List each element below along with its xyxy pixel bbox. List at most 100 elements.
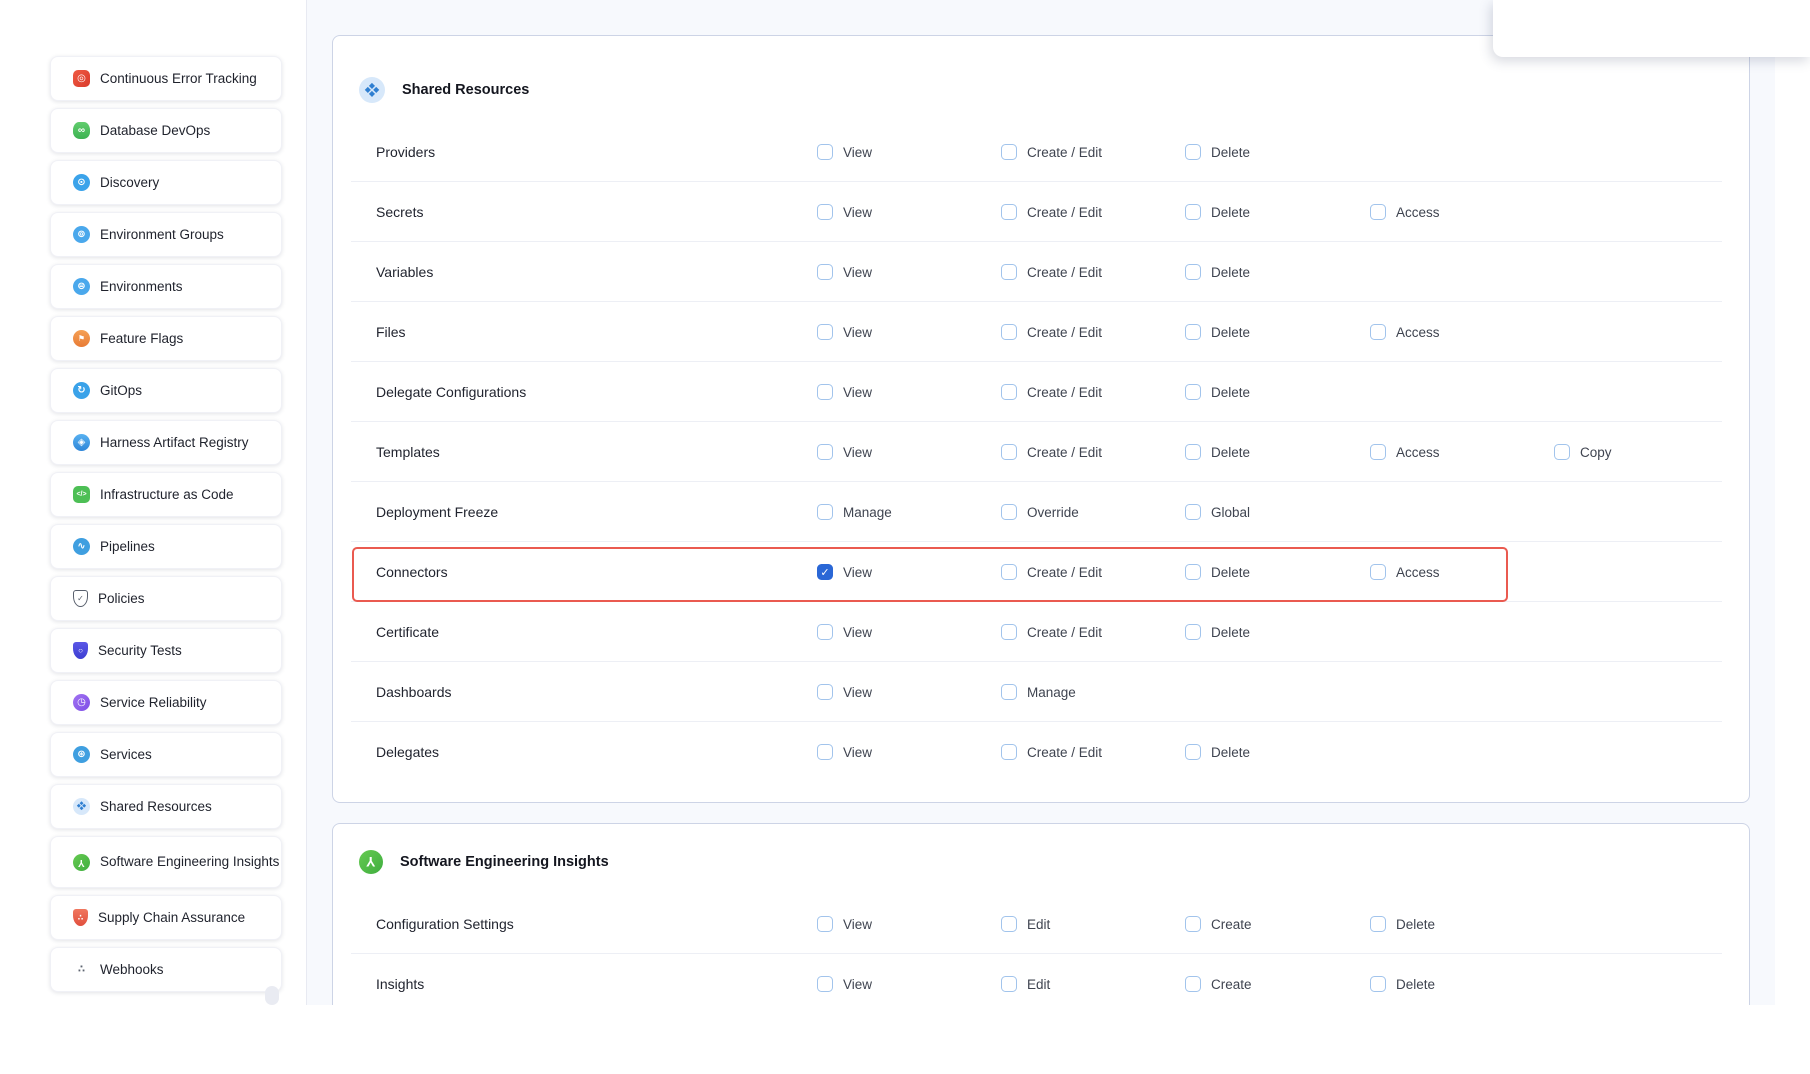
checkbox-unchecked[interactable] — [1001, 504, 1017, 520]
sidebar-item-gitops[interactable]: ↻GitOps — [50, 368, 282, 413]
checkbox-unchecked[interactable] — [1370, 324, 1386, 340]
perm-templates-access[interactable]: Access — [1370, 444, 1440, 460]
checkbox-unchecked[interactable] — [817, 264, 833, 280]
checkbox-unchecked[interactable] — [817, 624, 833, 640]
perm-variables-delete[interactable]: Delete — [1185, 264, 1250, 280]
perm-deployment-freeze-global[interactable]: Global — [1185, 504, 1250, 520]
perm-certificate-delete[interactable]: Delete — [1185, 624, 1250, 640]
checkbox-unchecked[interactable] — [817, 444, 833, 460]
sidebar-item-discovery[interactable]: ⊙Discovery — [50, 160, 282, 205]
sidebar-item-continuous-error-tracking[interactable]: ◎Continuous Error Tracking — [50, 56, 282, 101]
sidebar-item-software-engineering-insights[interactable]: YSoftware Engineering Insights — [50, 836, 282, 888]
perm-files-access[interactable]: Access — [1370, 324, 1440, 340]
perm-dashboards-manage[interactable]: Manage — [1001, 684, 1076, 700]
perm-dashboards-view[interactable]: View — [817, 684, 872, 700]
perm-secrets-delete[interactable]: Delete — [1185, 204, 1250, 220]
perm-secrets-create-edit[interactable]: Create / Edit — [1001, 204, 1102, 220]
checkbox-unchecked[interactable] — [1370, 976, 1386, 992]
checkbox-unchecked[interactable] — [1185, 144, 1201, 160]
checkbox-unchecked[interactable] — [1185, 916, 1201, 932]
perm-insights-view[interactable]: View — [817, 976, 872, 992]
perm-connectors-access[interactable]: Access — [1370, 564, 1440, 580]
checkbox-unchecked[interactable] — [817, 324, 833, 340]
perm-templates-delete[interactable]: Delete — [1185, 444, 1250, 460]
checkbox-unchecked[interactable] — [1001, 264, 1017, 280]
perm-variables-create-edit[interactable]: Create / Edit — [1001, 264, 1102, 280]
perm-variables-view[interactable]: View — [817, 264, 872, 280]
checkbox-unchecked[interactable] — [1001, 624, 1017, 640]
sidebar-item-policies[interactable]: ✓Policies — [50, 576, 282, 621]
sidebar-item-infrastructure-as-code[interactable]: </>Infrastructure as Code — [50, 472, 282, 517]
checkbox-checked[interactable]: ✓ — [817, 564, 833, 580]
perm-insights-delete[interactable]: Delete — [1370, 976, 1435, 992]
perm-delegates-delete[interactable]: Delete — [1185, 744, 1250, 760]
perm-connectors-view[interactable]: ✓View — [817, 564, 872, 580]
checkbox-unchecked[interactable] — [1001, 976, 1017, 992]
perm-configuration-settings-view[interactable]: View — [817, 916, 872, 932]
perm-secrets-access[interactable]: Access — [1370, 204, 1440, 220]
checkbox-unchecked[interactable] — [1185, 744, 1201, 760]
checkbox-unchecked[interactable] — [1001, 684, 1017, 700]
checkbox-unchecked[interactable] — [817, 916, 833, 932]
checkbox-unchecked[interactable] — [1185, 504, 1201, 520]
checkbox-unchecked[interactable] — [1370, 916, 1386, 932]
perm-providers-create-edit[interactable]: Create / Edit — [1001, 144, 1102, 160]
checkbox-unchecked[interactable] — [817, 684, 833, 700]
checkbox-unchecked[interactable] — [1001, 204, 1017, 220]
checkbox-unchecked[interactable] — [1185, 204, 1201, 220]
sidebar-item-feature-flags[interactable]: ⚑Feature Flags — [50, 316, 282, 361]
checkbox-unchecked[interactable] — [1370, 204, 1386, 220]
checkbox-unchecked[interactable] — [817, 744, 833, 760]
perm-files-create-edit[interactable]: Create / Edit — [1001, 324, 1102, 340]
checkbox-unchecked[interactable] — [817, 504, 833, 520]
checkbox-unchecked[interactable] — [817, 144, 833, 160]
perm-files-delete[interactable]: Delete — [1185, 324, 1250, 340]
sidebar-scrollbar[interactable] — [265, 986, 279, 1005]
perm-delegate-configurations-delete[interactable]: Delete — [1185, 384, 1250, 400]
checkbox-unchecked[interactable] — [1001, 144, 1017, 160]
checkbox-unchecked[interactable] — [1185, 564, 1201, 580]
sidebar-item-database-devops[interactable]: ∞Database DevOps — [50, 108, 282, 153]
perm-templates-view[interactable]: View — [817, 444, 872, 460]
perm-secrets-view[interactable]: View — [817, 204, 872, 220]
sidebar-item-service-reliability[interactable]: ◷Service Reliability — [50, 680, 282, 725]
checkbox-unchecked[interactable] — [1185, 264, 1201, 280]
perm-providers-view[interactable]: View — [817, 144, 872, 160]
sidebar-item-supply-chain-assurance[interactable]: ∴Supply Chain Assurance — [50, 895, 282, 940]
perm-delegates-create-edit[interactable]: Create / Edit — [1001, 744, 1102, 760]
checkbox-unchecked[interactable] — [1185, 444, 1201, 460]
perm-delegate-configurations-create-edit[interactable]: Create / Edit — [1001, 384, 1102, 400]
checkbox-unchecked[interactable] — [817, 976, 833, 992]
perm-deployment-freeze-manage[interactable]: Manage — [817, 504, 892, 520]
checkbox-unchecked[interactable] — [817, 384, 833, 400]
sidebar-item-security-tests[interactable]: ○Security Tests — [50, 628, 282, 673]
sidebar-item-harness-artifact-registry[interactable]: ◈Harness Artifact Registry — [50, 420, 282, 465]
perm-insights-create[interactable]: Create — [1185, 976, 1252, 992]
checkbox-unchecked[interactable] — [817, 204, 833, 220]
checkbox-unchecked[interactable] — [1554, 444, 1570, 460]
perm-delegate-configurations-view[interactable]: View — [817, 384, 872, 400]
perm-configuration-settings-delete[interactable]: Delete — [1370, 916, 1435, 932]
perm-configuration-settings-create[interactable]: Create — [1185, 916, 1252, 932]
perm-deployment-freeze-override[interactable]: Override — [1001, 504, 1079, 520]
checkbox-unchecked[interactable] — [1185, 624, 1201, 640]
checkbox-unchecked[interactable] — [1001, 384, 1017, 400]
perm-certificate-view[interactable]: View — [817, 624, 872, 640]
checkbox-unchecked[interactable] — [1370, 444, 1386, 460]
checkbox-unchecked[interactable] — [1001, 744, 1017, 760]
perm-templates-create-edit[interactable]: Create / Edit — [1001, 444, 1102, 460]
checkbox-unchecked[interactable] — [1001, 324, 1017, 340]
perm-providers-delete[interactable]: Delete — [1185, 144, 1250, 160]
perm-files-view[interactable]: View — [817, 324, 872, 340]
perm-connectors-delete[interactable]: Delete — [1185, 564, 1250, 580]
sidebar-item-environment-groups[interactable]: ⊚Environment Groups — [50, 212, 282, 257]
sidebar-item-pipelines[interactable]: ∿Pipelines — [50, 524, 282, 569]
perm-connectors-create-edit[interactable]: Create / Edit — [1001, 564, 1102, 580]
sidebar-item-environments[interactable]: ⊜Environments — [50, 264, 282, 309]
checkbox-unchecked[interactable] — [1001, 564, 1017, 580]
perm-configuration-settings-edit[interactable]: Edit — [1001, 916, 1050, 932]
perm-delegates-view[interactable]: View — [817, 744, 872, 760]
perm-certificate-create-edit[interactable]: Create / Edit — [1001, 624, 1102, 640]
sidebar-item-services[interactable]: ⊛Services — [50, 732, 282, 777]
sidebar-item-webhooks[interactable]: ∴Webhooks — [50, 947, 282, 992]
